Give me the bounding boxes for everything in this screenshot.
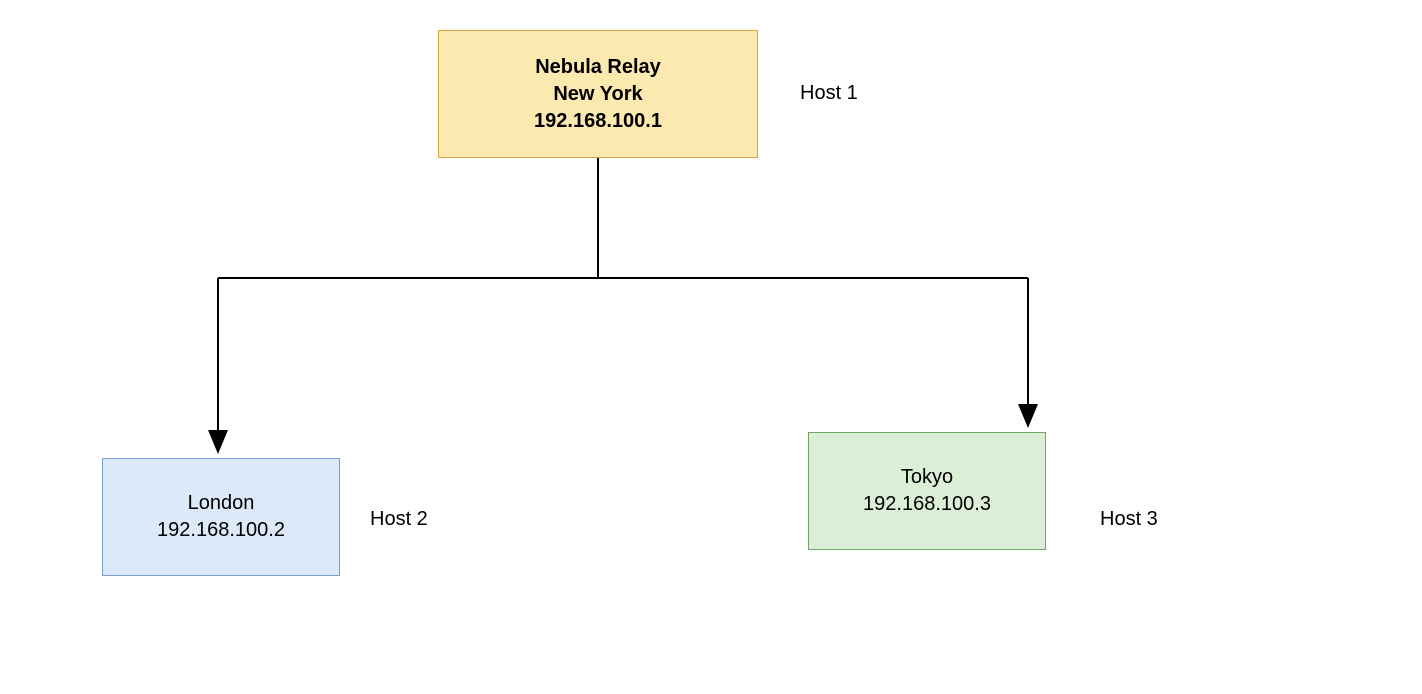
node-tokyo: Tokyo 192.168.100.3	[808, 432, 1046, 550]
node-relay-ip: 192.168.100.1	[534, 108, 662, 135]
host-label-2: Host 2	[370, 508, 428, 531]
node-london-location: London	[188, 490, 255, 517]
node-relay-title: Nebula Relay	[535, 54, 661, 81]
host-label-3: Host 3	[1100, 508, 1158, 531]
node-london: London 192.168.100.2	[102, 458, 340, 576]
node-london-ip: 192.168.100.2	[157, 517, 285, 544]
node-tokyo-location: Tokyo	[901, 464, 953, 491]
node-relay-location: New York	[553, 81, 642, 108]
node-tokyo-ip: 192.168.100.3	[863, 491, 991, 518]
node-relay: Nebula Relay New York 192.168.100.1	[438, 30, 758, 158]
host-label-1: Host 1	[800, 82, 858, 105]
